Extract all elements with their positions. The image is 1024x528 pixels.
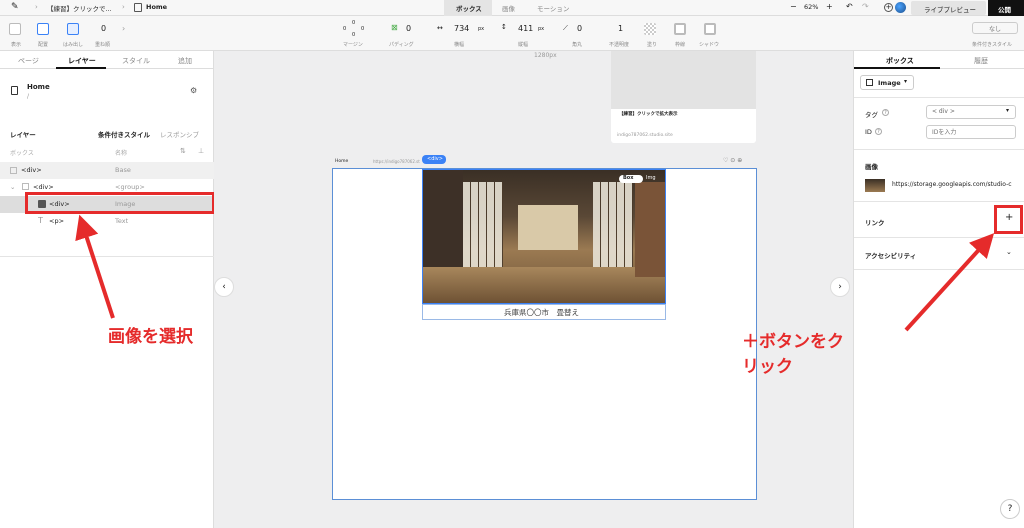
annotation-arrows xyxy=(75,214,995,332)
arrow-to-plus-button xyxy=(904,233,995,332)
arrow-to-image-layer xyxy=(75,214,115,319)
